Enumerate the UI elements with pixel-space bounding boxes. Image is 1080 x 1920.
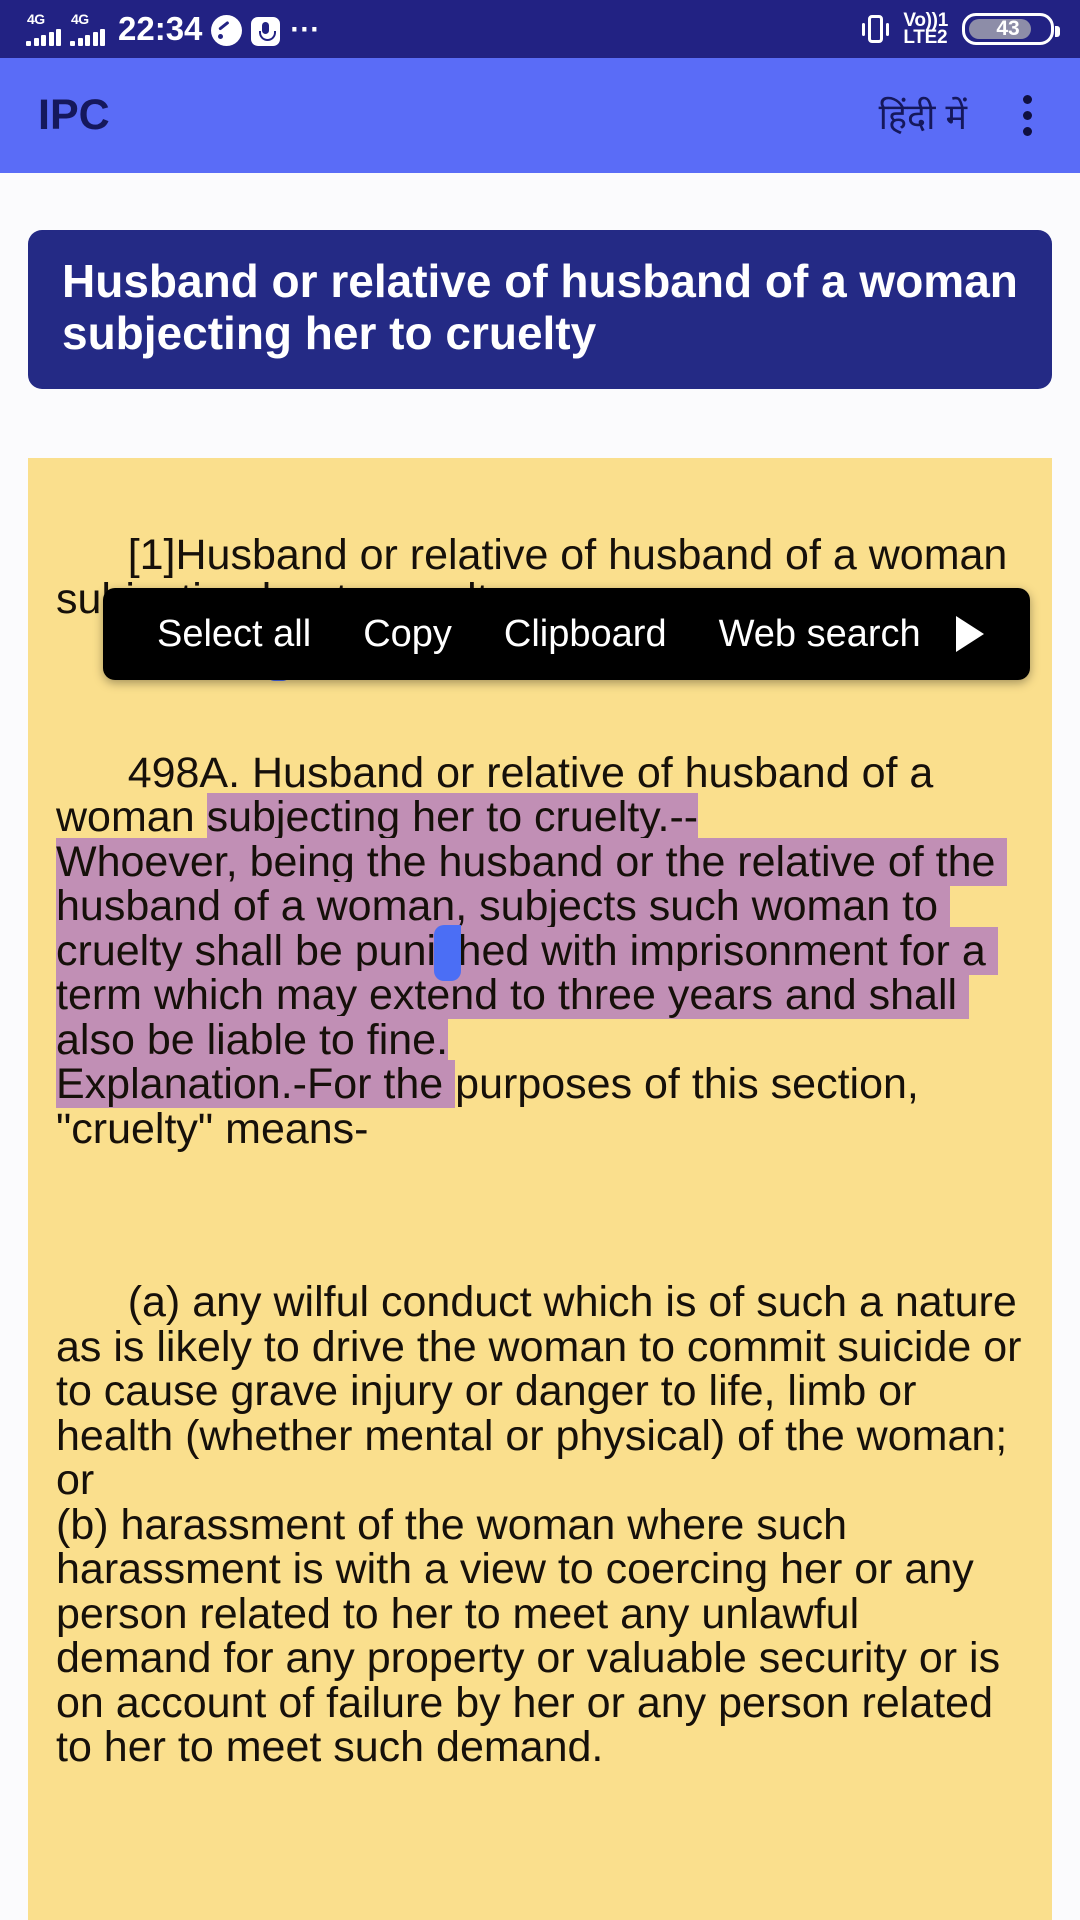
- speedometer-icon: [211, 15, 243, 46]
- status-bar-clock: 22:34: [118, 10, 203, 47]
- app-bar: IPC हिंदी में: [0, 58, 1080, 173]
- kebab-menu-icon[interactable]: [1013, 87, 1042, 144]
- context-menu-item-select-all[interactable]: Select all: [131, 613, 337, 656]
- signal-strength-sim1-icon: 4G: [26, 11, 61, 46]
- status-bar-left: 4G 4G 22:34 ⋯: [26, 10, 323, 47]
- network-type-sim1-label: 4G: [27, 11, 45, 27]
- language-toggle-button[interactable]: हिंदी में: [879, 91, 967, 140]
- battery-indicator: 43: [962, 13, 1060, 45]
- paragraph-3: (a) any wilful conduct which is of such …: [56, 1278, 1022, 1771]
- context-menu-item-web-search[interactable]: Web search: [693, 613, 947, 656]
- play-triangle-icon[interactable]: [956, 616, 984, 652]
- network-type-sim2-label: 4G: [71, 11, 89, 27]
- section-title-card: Husband or relative of husband of a woma…: [28, 230, 1052, 390]
- volte-network-label: LTE2: [903, 27, 948, 48]
- vibrate-icon: [862, 15, 890, 43]
- context-menu-item-clipboard[interactable]: Clipboard: [478, 613, 693, 656]
- section-body-text[interactable]: [1]Husband or relative of husband of a w…: [56, 488, 1024, 1814]
- battery-percent-label: 43: [996, 17, 1020, 40]
- volte-indicator: Vo)) 1 LTE2: [903, 10, 948, 48]
- signal-bars-sim2: [70, 29, 105, 46]
- context-menu-item-copy[interactable]: Copy: [337, 613, 478, 656]
- phone-screen: 4G 4G 22:34 ⋯ Vo)) 1 LTE2 43 IPC हिंदी म…: [0, 0, 1080, 1920]
- section-heading: Husband or relative of husband of a woma…: [62, 255, 1018, 359]
- signal-bars-sim1: [26, 29, 61, 46]
- signal-strength-sim2-icon: 4G: [70, 11, 105, 46]
- selection-end-handle[interactable]: [434, 925, 461, 981]
- status-bar: 4G 4G 22:34 ⋯ Vo)) 1 LTE2 43: [0, 0, 1080, 58]
- microphone-icon: [251, 17, 281, 46]
- more-dots-icon: ⋯: [289, 13, 323, 46]
- paragraph-gap-2: [56, 1196, 1024, 1236]
- app-bar-actions: हिंदी में: [879, 87, 1042, 144]
- text-selection-context-menu: Select all Copy Clipboard Web search: [103, 588, 1030, 680]
- status-bar-right: Vo)) 1 LTE2 43: [862, 10, 1060, 48]
- app-title: IPC: [38, 91, 110, 139]
